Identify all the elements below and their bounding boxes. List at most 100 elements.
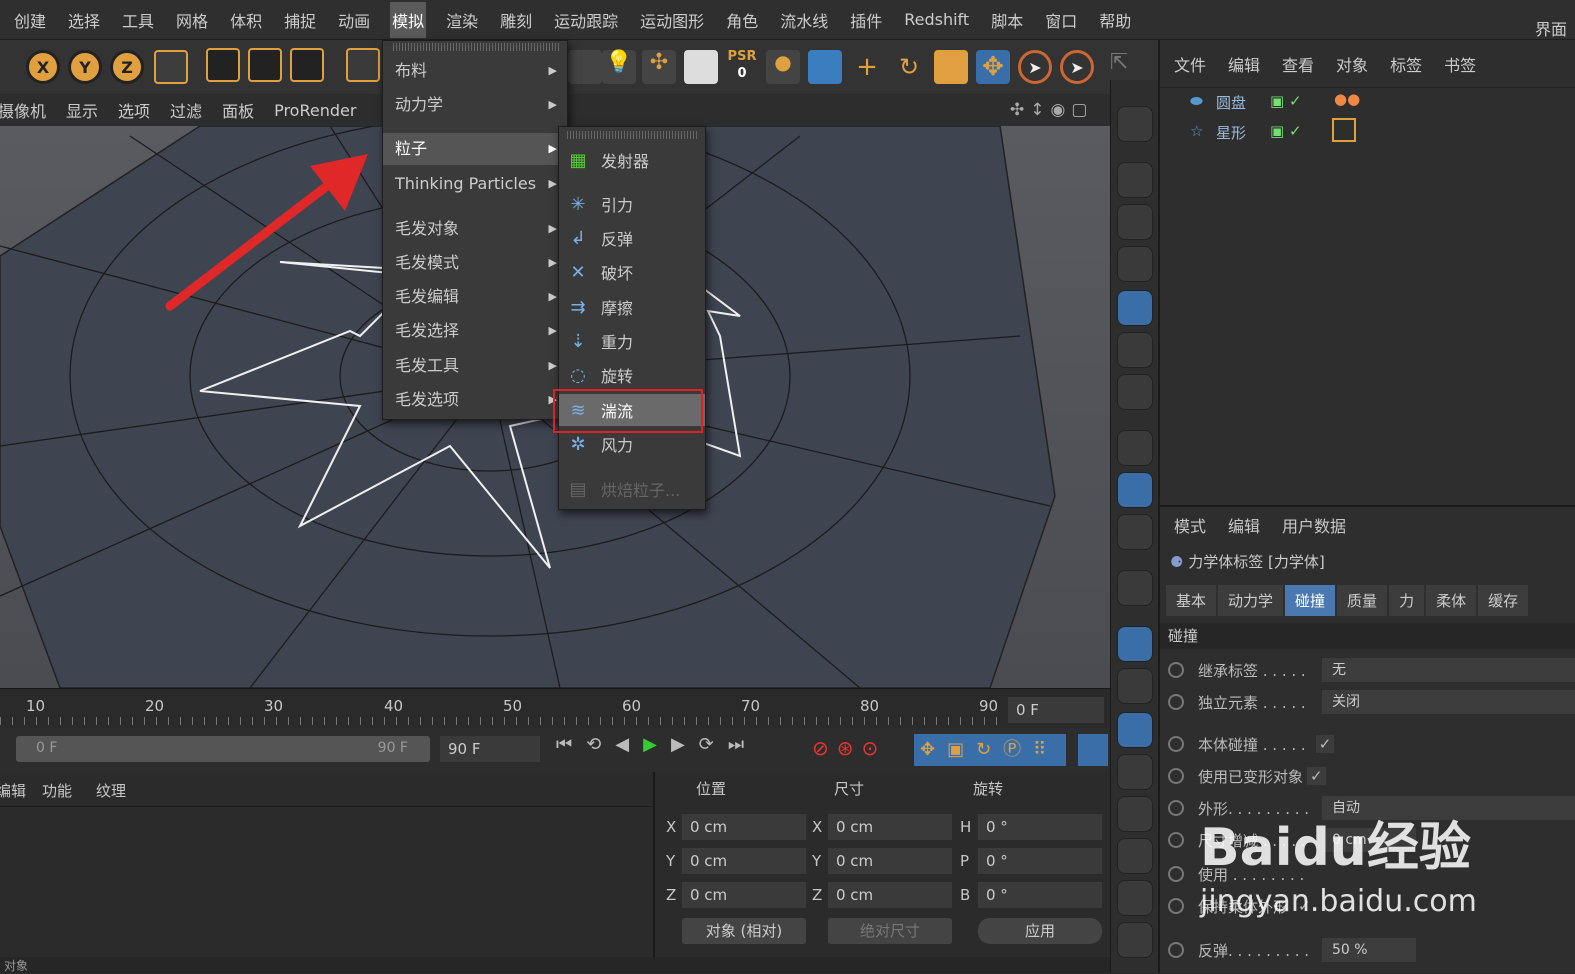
dynamics-tag-icon[interactable]: ●● <box>1334 90 1360 108</box>
menu-item-dynamics[interactable]: 动力学 ▶ <box>383 89 567 121</box>
menu-help[interactable]: 帮助 <box>1097 2 1133 38</box>
visibility-check-icon[interactable]: ▣ ✓ <box>1270 92 1302 110</box>
menu-character[interactable]: 角色 <box>724 2 760 38</box>
menu-item-hair-tools[interactable]: 毛发工具 ▶ <box>383 350 567 382</box>
menu-snap[interactable]: 捕捉 <box>282 2 318 38</box>
menu-sculpt[interactable]: 雕刻 <box>498 2 534 38</box>
menu-window[interactable]: 窗口 <box>1043 2 1079 38</box>
render-settings-icon[interactable] <box>290 48 324 82</box>
attr-row-bounce[interactable]: 反弹. . . . . . . . . <box>1168 937 1309 963</box>
box-icon[interactable] <box>1117 838 1153 874</box>
material-menu-edit[interactable]: 编辑 <box>0 780 26 801</box>
scene-icon[interactable] <box>684 50 718 84</box>
material-menu-texture[interactable]: 纹理 <box>96 780 126 801</box>
tab-mass[interactable]: 质量 <box>1337 585 1388 616</box>
timeline-window-icon[interactable] <box>1078 734 1108 766</box>
menu-script[interactable]: 脚本 <box>989 2 1025 38</box>
attr-row-size-increment[interactable]: 尺寸增减 . . . . . <box>1168 827 1306 853</box>
edges-mode-icon[interactable] <box>1117 332 1153 368</box>
attr-row-self-collisions[interactable]: 本体碰撞 . . . . . ✓ <box>1168 731 1335 757</box>
visibility-check-icon[interactable]: ▣ ✓ <box>1270 122 1302 140</box>
menu-mograph[interactable]: 运动图形 <box>638 2 706 38</box>
tab-cache[interactable]: 缓存 <box>1478 585 1529 616</box>
submenu-tearoff-grip[interactable] <box>567 131 697 139</box>
scale-tool-icon[interactable]: ⇱ <box>1102 50 1136 84</box>
attr-row-shape[interactable]: 外形. . . . . . . . . <box>1168 795 1309 821</box>
rotation-h-field[interactable]: 0 ° <box>978 814 1102 840</box>
menu-item-wind[interactable]: ✲ 风力 <box>559 428 705 460</box>
material-menu-function[interactable]: 功能 <box>42 780 72 801</box>
tab-collision[interactable]: 碰撞 <box>1285 585 1336 616</box>
pen-tool-icon[interactable] <box>346 48 380 82</box>
coord-mode-select[interactable]: 对象 (相对) <box>682 918 806 944</box>
menu-redshift[interactable]: Redshift <box>902 4 971 35</box>
character-icon[interactable] <box>1117 796 1153 832</box>
menu-item-attractor[interactable]: ✳ 引力 <box>559 188 705 220</box>
snap-icon[interactable]: ● <box>766 50 800 84</box>
attr-menu-mode[interactable]: 模式 <box>1174 513 1206 537</box>
key-type-toggles[interactable]: ✥▣↻Ⓟ⠿ <box>914 734 1066 766</box>
keep-shape-checkbox[interactable]: ✓ <box>1298 897 1311 915</box>
menu-volume[interactable]: 体积 <box>228 2 264 38</box>
object-name[interactable]: 圆盘 <box>1216 92 1246 113</box>
frame-range-slider[interactable]: 0 F 90 F <box>16 736 430 762</box>
menu-item-hair-objects[interactable]: 毛发对象 ▶ <box>383 213 567 245</box>
size-z-field[interactable]: 0 cm <box>828 882 952 908</box>
layout-globe-icon[interactable] <box>1117 106 1153 142</box>
menu-motion-tracking[interactable]: 运动跟踪 <box>552 2 620 38</box>
light-icon[interactable]: 💡 <box>602 50 636 84</box>
solo-icon[interactable] <box>1117 514 1153 550</box>
attr-row-individual-elements[interactable]: 独立元素 . . . . . <box>1168 689 1306 715</box>
om-menu-tags[interactable]: 标签 <box>1390 52 1422 76</box>
menu-item-gravity[interactable]: ⇣ 重力 <box>559 325 705 357</box>
self-collisions-checkbox[interactable]: ✓ <box>1315 735 1335 753</box>
axis-mode-icon[interactable] <box>1117 430 1153 466</box>
timeline-ruler[interactable]: 10 20 30 40 50 60 70 80 90 0 F <box>0 688 1110 728</box>
position-x-field[interactable]: 0 cm <box>682 814 806 840</box>
current-frame-field[interactable]: 0 F <box>1008 697 1104 723</box>
om-menu-objects[interactable]: 对象 <box>1336 52 1368 76</box>
apply-button[interactable]: 应用 <box>978 918 1102 944</box>
viewport-menu-options[interactable]: 选项 <box>118 98 150 122</box>
om-menu-bookmarks[interactable]: 书签 <box>1444 52 1476 76</box>
drop-icon[interactable] <box>1117 754 1153 790</box>
tab-basic[interactable]: 基本 <box>1166 585 1217 616</box>
scale-icon[interactable] <box>934 50 968 84</box>
python-icon[interactable] <box>1117 922 1153 958</box>
attr-row-keep-shape[interactable]: 保持柔体外形 ✓ <box>1168 893 1311 919</box>
tab-dynamics[interactable]: 动力学 <box>1218 585 1284 616</box>
z-axis-lock-button[interactable]: Z <box>110 50 144 84</box>
menu-item-deflector[interactable]: ↲ 反弹 <box>559 222 705 254</box>
menu-item-hair-options[interactable]: 毛发选项 ▶ <box>383 384 567 416</box>
magnet-icon[interactable] <box>1117 570 1153 606</box>
menu-simulate[interactable]: 模拟 <box>390 1 427 38</box>
bounce-field[interactable]: 50 % <box>1322 938 1416 962</box>
menu-render[interactable]: 渲染 <box>444 2 480 38</box>
viewport-menu-prorender[interactable]: ProRender <box>274 101 356 120</box>
snap-grid-icon[interactable] <box>1117 626 1153 662</box>
psr-button[interactable]: PSR 0 <box>724 48 760 82</box>
object-name[interactable]: 星形 <box>1216 122 1246 143</box>
position-y-field[interactable]: 0 cm <box>682 848 806 874</box>
menu-mesh[interactable]: 网格 <box>174 2 210 38</box>
object-row[interactable]: ☆ 星形 ▣ ✓ <box>1174 118 1574 148</box>
texture-mode-icon[interactable] <box>1117 204 1153 240</box>
move-tool-icon[interactable]: ✥ <box>976 50 1010 84</box>
menu-create[interactable]: 创建 <box>12 2 48 38</box>
menu-tearoff-grip[interactable] <box>393 43 559 51</box>
menu-item-rotation[interactable]: ◌ 旋转 <box>559 359 705 391</box>
om-menu-view[interactable]: 查看 <box>1282 52 1314 76</box>
menu-plugins[interactable]: 插件 <box>848 2 884 38</box>
end-frame-field[interactable]: 90 F <box>440 736 540 762</box>
disabled-icon[interactable] <box>1117 880 1153 916</box>
menu-select[interactable]: 选择 <box>66 2 102 38</box>
camera-icon[interactable] <box>568 50 602 84</box>
attr-menu-edit[interactable]: 编辑 <box>1228 513 1260 537</box>
menu-item-particles[interactable]: 粒子 ▶ <box>383 133 567 165</box>
object-row[interactable]: ⬬ 圆盘 ▣ ✓ ●● <box>1174 88 1574 118</box>
attr-row-use[interactable]: 使用 . . . . . . . . <box>1168 861 1304 887</box>
x-axis-lock-button[interactable]: X <box>26 50 60 84</box>
rigid-body-tag-icon[interactable] <box>1332 118 1356 142</box>
menu-animate[interactable]: 动画 <box>336 2 372 38</box>
attr-row-use-deformed[interactable]: 使用已变形对象 ✓ <box>1168 763 1326 789</box>
